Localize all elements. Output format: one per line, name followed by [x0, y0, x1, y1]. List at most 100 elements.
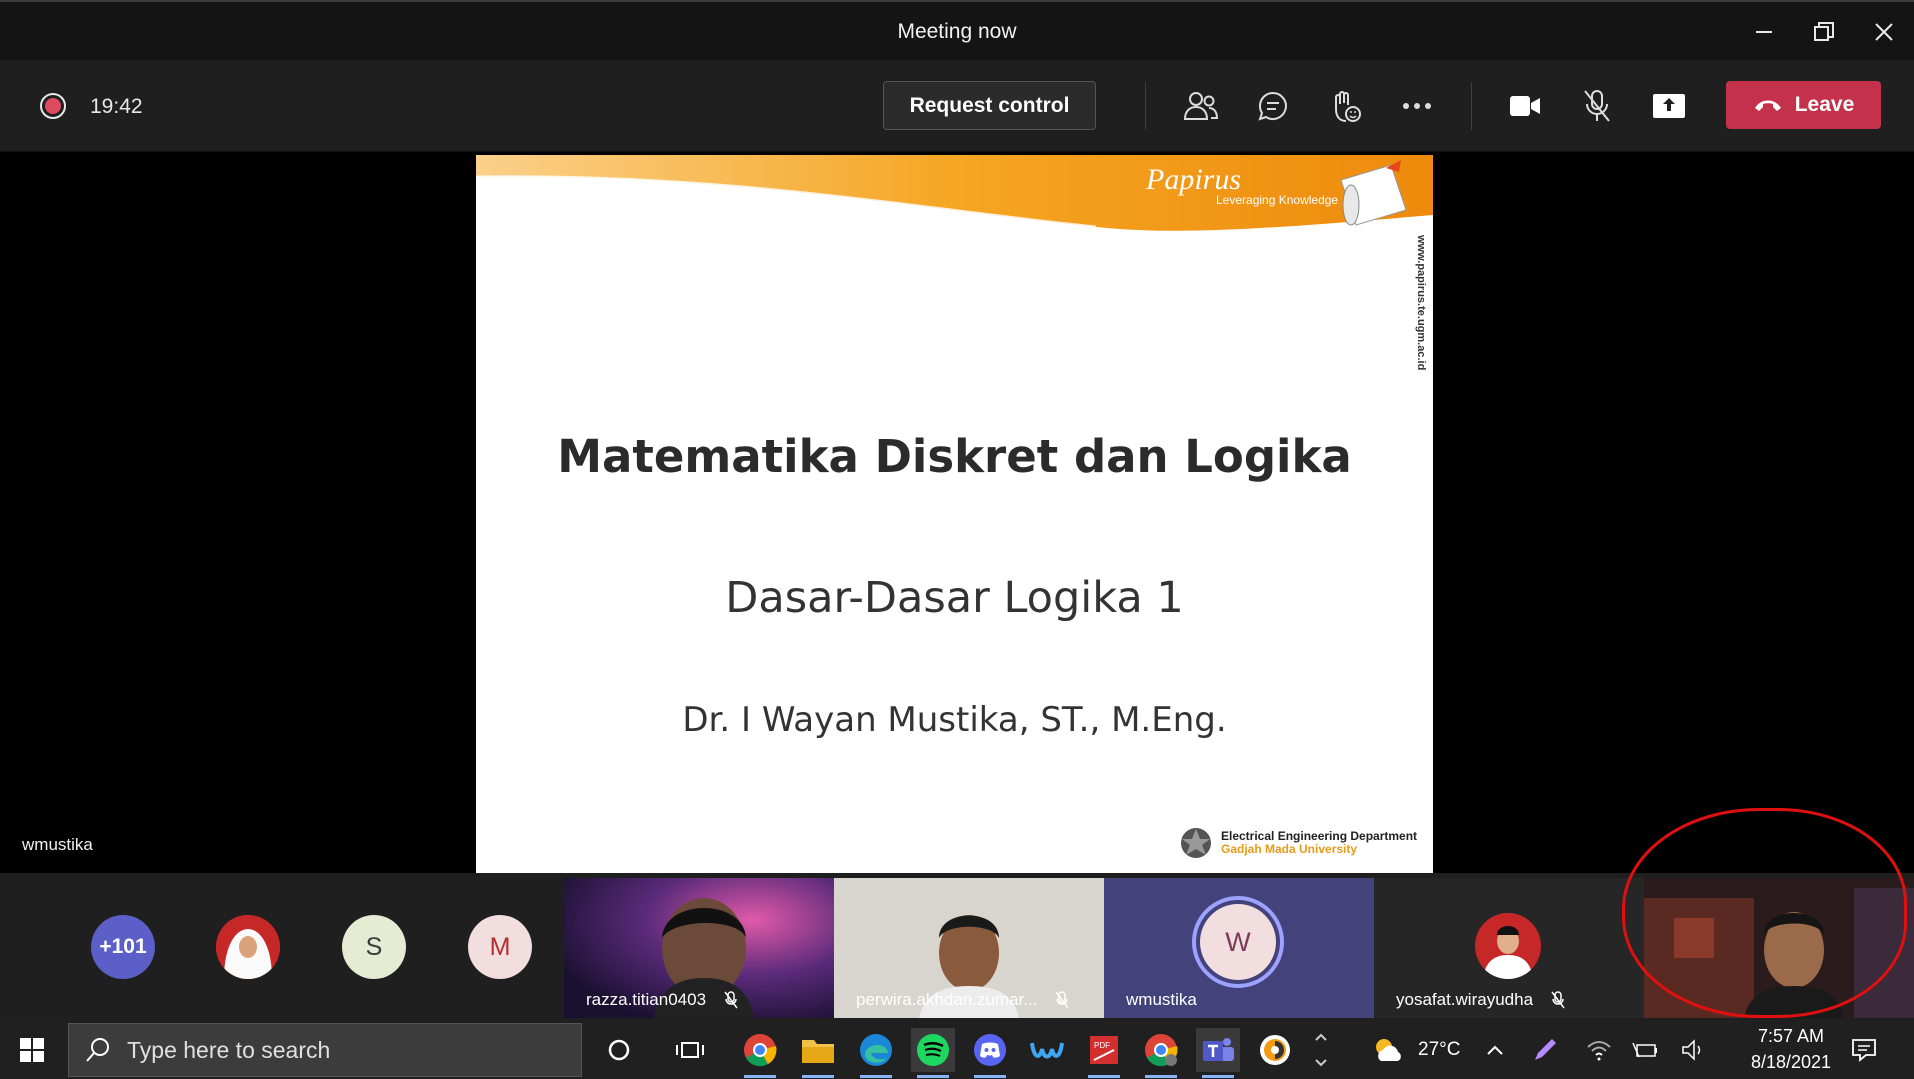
mic-off-icon	[724, 991, 738, 1009]
taskbar-scroll-buttons[interactable]	[1308, 1028, 1334, 1072]
share-screen-icon	[1653, 94, 1685, 118]
restore-icon	[1814, 22, 1834, 41]
vpn-icon	[1260, 1035, 1290, 1065]
chat-icon	[1258, 91, 1287, 121]
slide-subtitle: Dasar-Dasar Logika 1	[725, 573, 1184, 623]
slide-author: Dr. I Wayan Mustika, ST., M.Eng.	[682, 700, 1227, 740]
folder-icon	[802, 1040, 834, 1063]
close-icon	[1875, 23, 1893, 41]
battery-button[interactable]	[1628, 1028, 1662, 1072]
webex-icon	[1030, 1042, 1064, 1059]
participants-button[interactable]	[1181, 86, 1221, 126]
participant-avatar-m[interactable]: M	[468, 915, 532, 979]
participant-tile-label: razza.titian0403	[586, 990, 738, 1010]
teams-app[interactable]	[1196, 1028, 1240, 1078]
chrome-icon	[744, 1034, 777, 1067]
weather-temperature[interactable]: 27°C	[1418, 1039, 1460, 1061]
chevron-up-icon	[1487, 1045, 1503, 1055]
participant-avatar-s[interactable]: S	[342, 915, 406, 979]
mic-off-icon	[1584, 90, 1610, 122]
spotify-app[interactable]	[911, 1028, 955, 1078]
participant-tile[interactable]: perwira.akhdan.zumar...	[834, 878, 1104, 1018]
task-view-button[interactable]	[668, 1028, 712, 1072]
chrome-app[interactable]	[738, 1028, 782, 1078]
person-photo-icon	[216, 915, 280, 979]
more-participants-button[interactable]: +101	[91, 915, 155, 979]
weather-widget-icon[interactable]	[1366, 1028, 1410, 1072]
running-indicator	[974, 1075, 1006, 1078]
pdf-app[interactable]: PDF	[1082, 1028, 1126, 1078]
cortana-icon	[608, 1039, 630, 1061]
taskbar-search-box[interactable]: Type here to search	[68, 1023, 582, 1077]
microphone-button[interactable]	[1577, 86, 1617, 126]
running-indicator	[1145, 1075, 1177, 1078]
slide-department: Electrical Engineering Department Gadjah…	[1221, 830, 1417, 856]
participant-tile[interactable]: yosafat.wirayudha	[1374, 878, 1644, 1018]
more-icon	[1403, 103, 1431, 109]
edge-app[interactable]	[854, 1028, 898, 1078]
leave-button[interactable]: Leave	[1726, 81, 1881, 129]
pen-workspace-button[interactable]	[1528, 1028, 1562, 1072]
wifi-icon	[1587, 1041, 1611, 1061]
participant-avatar-photo[interactable]	[216, 915, 280, 979]
share-screen-button[interactable]	[1649, 86, 1689, 126]
papirus-logo: Papirus Leveraging Knowledge	[1146, 163, 1338, 207]
show-hidden-icons-button[interactable]	[1480, 1028, 1510, 1072]
discord-app[interactable]	[968, 1028, 1012, 1078]
chat-button[interactable]	[1253, 86, 1293, 126]
camera-button[interactable]	[1505, 86, 1545, 126]
notifications-button[interactable]	[1842, 1028, 1886, 1072]
participant-tile[interactable]: razza.titian0403	[564, 878, 834, 1018]
cortana-button[interactable]	[597, 1028, 641, 1072]
search-placeholder: Type here to search	[127, 1036, 331, 1063]
scroll-graphic	[1340, 160, 1407, 226]
meeting-toolbar: 19:42 Request control Leave	[0, 60, 1914, 152]
mic-off-icon	[1551, 991, 1565, 1009]
speaker-icon	[1682, 1039, 1701, 1061]
battery-charging-icon	[1632, 1042, 1657, 1058]
participant-tile-label: perwira.akhdan.zumar...	[856, 990, 1070, 1010]
participant-tile-label: yosafat.wirayudha	[1396, 990, 1565, 1010]
mic-off-icon	[1055, 991, 1070, 1009]
window-titlebar: Meeting now	[0, 0, 1914, 60]
volume-button[interactable]	[1676, 1028, 1710, 1072]
chrome-profile-app[interactable]	[1139, 1028, 1183, 1078]
windows-taskbar: Type here to search PDF 27°C 7:57 AM 8/1…	[0, 1020, 1914, 1079]
vpn-app[interactable]	[1253, 1028, 1297, 1072]
clock-time[interactable]: 7:57 AM	[1736, 1026, 1846, 1047]
running-indicator	[744, 1075, 776, 1078]
reactions-button[interactable]	[1325, 86, 1365, 126]
request-control-button[interactable]: Request control	[883, 81, 1096, 130]
participant-tile-active-speaker[interactable]: W wmustika	[1104, 878, 1374, 1018]
webex-app[interactable]	[1025, 1028, 1069, 1072]
notification-icon	[1852, 1039, 1876, 1062]
recording-icon	[40, 93, 66, 119]
chevron-up-down-icon	[1315, 1033, 1327, 1067]
hang-up-icon	[1754, 100, 1781, 111]
brand-tagline: Leveraging Knowledge	[1216, 193, 1339, 207]
svg-text:PDF: PDF	[1094, 1041, 1110, 1050]
spotify-icon	[917, 1034, 949, 1066]
running-indicator	[917, 1075, 949, 1078]
minimize-button[interactable]	[1734, 2, 1794, 62]
search-icon	[86, 1038, 109, 1062]
start-button[interactable]	[0, 1020, 64, 1079]
minimize-icon	[1756, 31, 1772, 33]
clock-date[interactable]: 8/18/2021	[1736, 1052, 1846, 1073]
partly-cloudy-icon	[1376, 1039, 1401, 1061]
participant-name: wmustika	[1126, 990, 1197, 1009]
discord-icon	[974, 1034, 1006, 1066]
red-annotation-circle	[1622, 808, 1907, 1018]
brand-name: Papirus	[1146, 163, 1242, 196]
edge-icon	[860, 1034, 892, 1066]
file-explorer-app[interactable]	[796, 1028, 840, 1078]
close-button[interactable]	[1854, 2, 1914, 62]
slide-title: Matematika Diskret dan Logika	[557, 430, 1352, 483]
participants-icon	[1184, 92, 1218, 120]
restore-button[interactable]	[1794, 2, 1854, 62]
participant-tile-label: wmustika	[1126, 990, 1197, 1010]
participant-name: razza.titian0403	[586, 990, 707, 1009]
more-actions-button[interactable]	[1397, 86, 1437, 126]
network-button[interactable]	[1582, 1028, 1616, 1072]
task-view-icon	[676, 1042, 704, 1058]
